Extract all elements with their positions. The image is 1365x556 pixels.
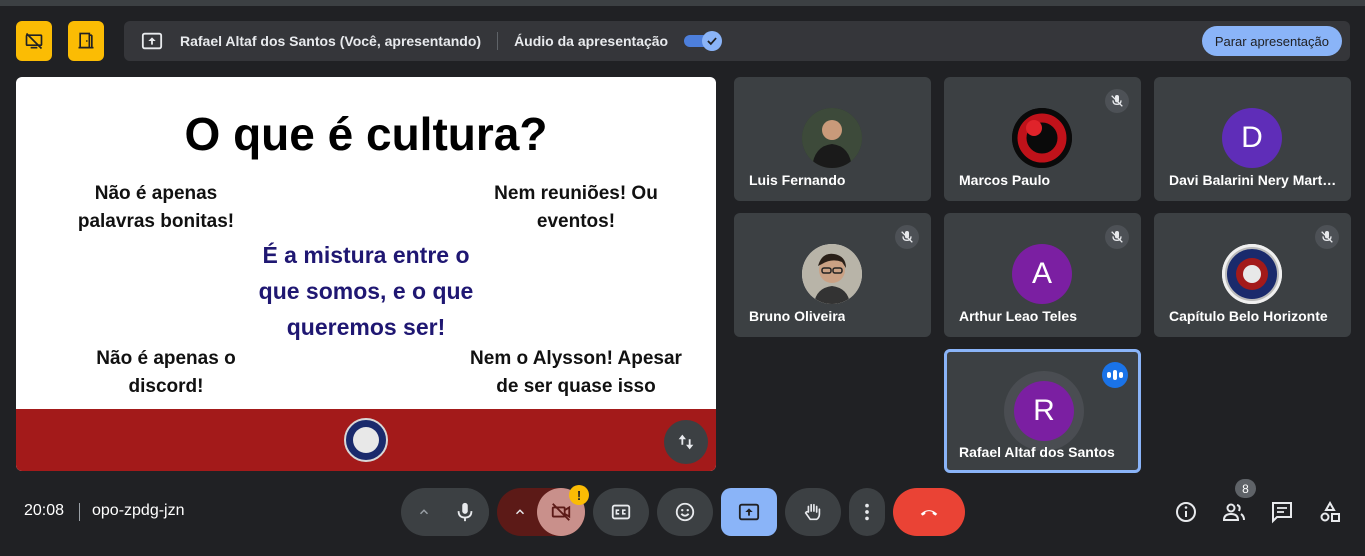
participant-tile[interactable]: A Arthur Leao Teles bbox=[944, 213, 1141, 337]
avatar bbox=[1222, 244, 1282, 304]
participant-tile[interactable]: Luis Fernando bbox=[734, 77, 931, 201]
mic-off-icon bbox=[1105, 225, 1129, 249]
end-call-icon bbox=[920, 510, 938, 516]
chat-button[interactable] bbox=[1268, 498, 1296, 526]
captions-icon bbox=[611, 504, 631, 520]
raise-hand-button[interactable] bbox=[785, 488, 841, 536]
participant-name: Arthur Leao Teles bbox=[959, 308, 1077, 324]
leave-call-button[interactable] bbox=[893, 488, 965, 536]
mic-icon bbox=[457, 502, 473, 522]
screen-off-icon bbox=[25, 32, 43, 50]
slide-text-bottom-left: Não é apenas o discord! bbox=[96, 348, 236, 397]
raise-hand-icon bbox=[804, 503, 821, 521]
participant-name: Luis Fernando bbox=[749, 172, 846, 188]
top-edge bbox=[0, 0, 1365, 6]
present-now-button[interactable] bbox=[721, 488, 777, 536]
meeting-time: 20:08 bbox=[24, 502, 65, 519]
activities-icon bbox=[1320, 500, 1340, 522]
people-button[interactable] bbox=[1220, 498, 1248, 526]
avatar: R bbox=[1014, 381, 1074, 441]
participant-name: Bruno Oliveira bbox=[749, 308, 846, 324]
room-button[interactable] bbox=[68, 21, 104, 61]
avatar bbox=[802, 108, 862, 168]
participant-name: Rafael Altaf dos Santos bbox=[959, 444, 1115, 460]
slide-text-center: É a mistura entre o que somos, e o que que… bbox=[258, 242, 474, 340]
divider bbox=[79, 503, 80, 521]
chevron-up-icon bbox=[515, 509, 525, 515]
presentation-audio-toggle[interactable] bbox=[684, 29, 723, 53]
door-icon bbox=[78, 32, 94, 49]
speaking-indicator-icon bbox=[1102, 362, 1128, 388]
mic-off-icon bbox=[1315, 225, 1339, 249]
camera-warning-badge: ! bbox=[569, 485, 589, 505]
participant-name: Marcos Paulo bbox=[959, 172, 1051, 188]
activities-button[interactable] bbox=[1316, 498, 1344, 526]
avatar: D bbox=[1222, 108, 1282, 168]
more-options-button[interactable] bbox=[849, 488, 885, 536]
participant-name: Davi Balarini Nery Mart… bbox=[1169, 172, 1337, 188]
captions-button[interactable] bbox=[593, 488, 649, 536]
camera-off-icon bbox=[551, 503, 571, 521]
slide-footer bbox=[16, 409, 716, 471]
slide-title: O que é cultura? bbox=[184, 108, 548, 160]
meeting-details-button[interactable] bbox=[1172, 498, 1200, 526]
participant-name: Capítulo Belo Horizonte bbox=[1169, 308, 1328, 324]
presenting-bar: Rafael Altaf dos Santos (Você, apresenta… bbox=[124, 21, 1350, 61]
present-to-all-icon bbox=[140, 29, 164, 53]
slide-text-top-left: Não é apenas palavras bonitas! bbox=[77, 183, 235, 232]
stop-presenting-button[interactable]: Parar apresentação bbox=[1201, 26, 1342, 56]
mic-off-icon bbox=[895, 225, 919, 249]
check-icon bbox=[702, 31, 723, 51]
participant-tile[interactable]: Marcos Paulo bbox=[944, 77, 1141, 201]
avatar-ring: R bbox=[1004, 371, 1084, 451]
participant-tile-self[interactable]: R Rafael Altaf dos Santos bbox=[944, 349, 1141, 473]
people-icon bbox=[1222, 503, 1245, 521]
divider bbox=[497, 32, 499, 50]
swap-view-button[interactable] bbox=[664, 420, 708, 464]
presentation-slide: O que é cultura? Não é apenas palavras bo… bbox=[16, 77, 716, 471]
slide-text-bottom-right: Nem o Alysson! Apesar de ser quase isso bbox=[470, 348, 682, 397]
participant-tile[interactable]: Bruno Oliveira bbox=[734, 213, 931, 337]
more-options-icon bbox=[865, 503, 869, 521]
mic-button[interactable] bbox=[441, 488, 489, 536]
presenter-text: Rafael Altaf dos Santos (Você, apresenta… bbox=[180, 33, 482, 49]
mic-off-icon bbox=[1105, 89, 1129, 113]
info-icon bbox=[1176, 502, 1196, 522]
avatar bbox=[802, 244, 862, 304]
present-icon bbox=[738, 503, 760, 521]
presentation-audio-label: Áudio da apresentação bbox=[514, 33, 669, 49]
chat-icon bbox=[1272, 502, 1292, 524]
audio-settings-button[interactable] bbox=[404, 488, 444, 536]
slide-text-top-right: Nem reuniões! Ou eventos! bbox=[494, 183, 658, 232]
swap-vert-icon bbox=[678, 434, 694, 450]
participants-count-badge: 8 bbox=[1235, 479, 1256, 498]
avatar bbox=[1012, 108, 1072, 168]
chevron-up-icon bbox=[419, 509, 429, 515]
avatar: A bbox=[1012, 244, 1072, 304]
hide-presentation-button[interactable] bbox=[16, 21, 52, 61]
meeting-code: opo-zpdg-jzn bbox=[92, 502, 185, 519]
participant-tile[interactable]: Capítulo Belo Horizonte bbox=[1154, 213, 1351, 337]
emoji-icon bbox=[675, 502, 695, 522]
participant-tile[interactable]: D Davi Balarini Nery Mart… bbox=[1154, 77, 1351, 201]
reactions-button[interactable] bbox=[657, 488, 713, 536]
video-settings-button[interactable] bbox=[500, 488, 540, 536]
chapter-logo bbox=[344, 418, 388, 462]
